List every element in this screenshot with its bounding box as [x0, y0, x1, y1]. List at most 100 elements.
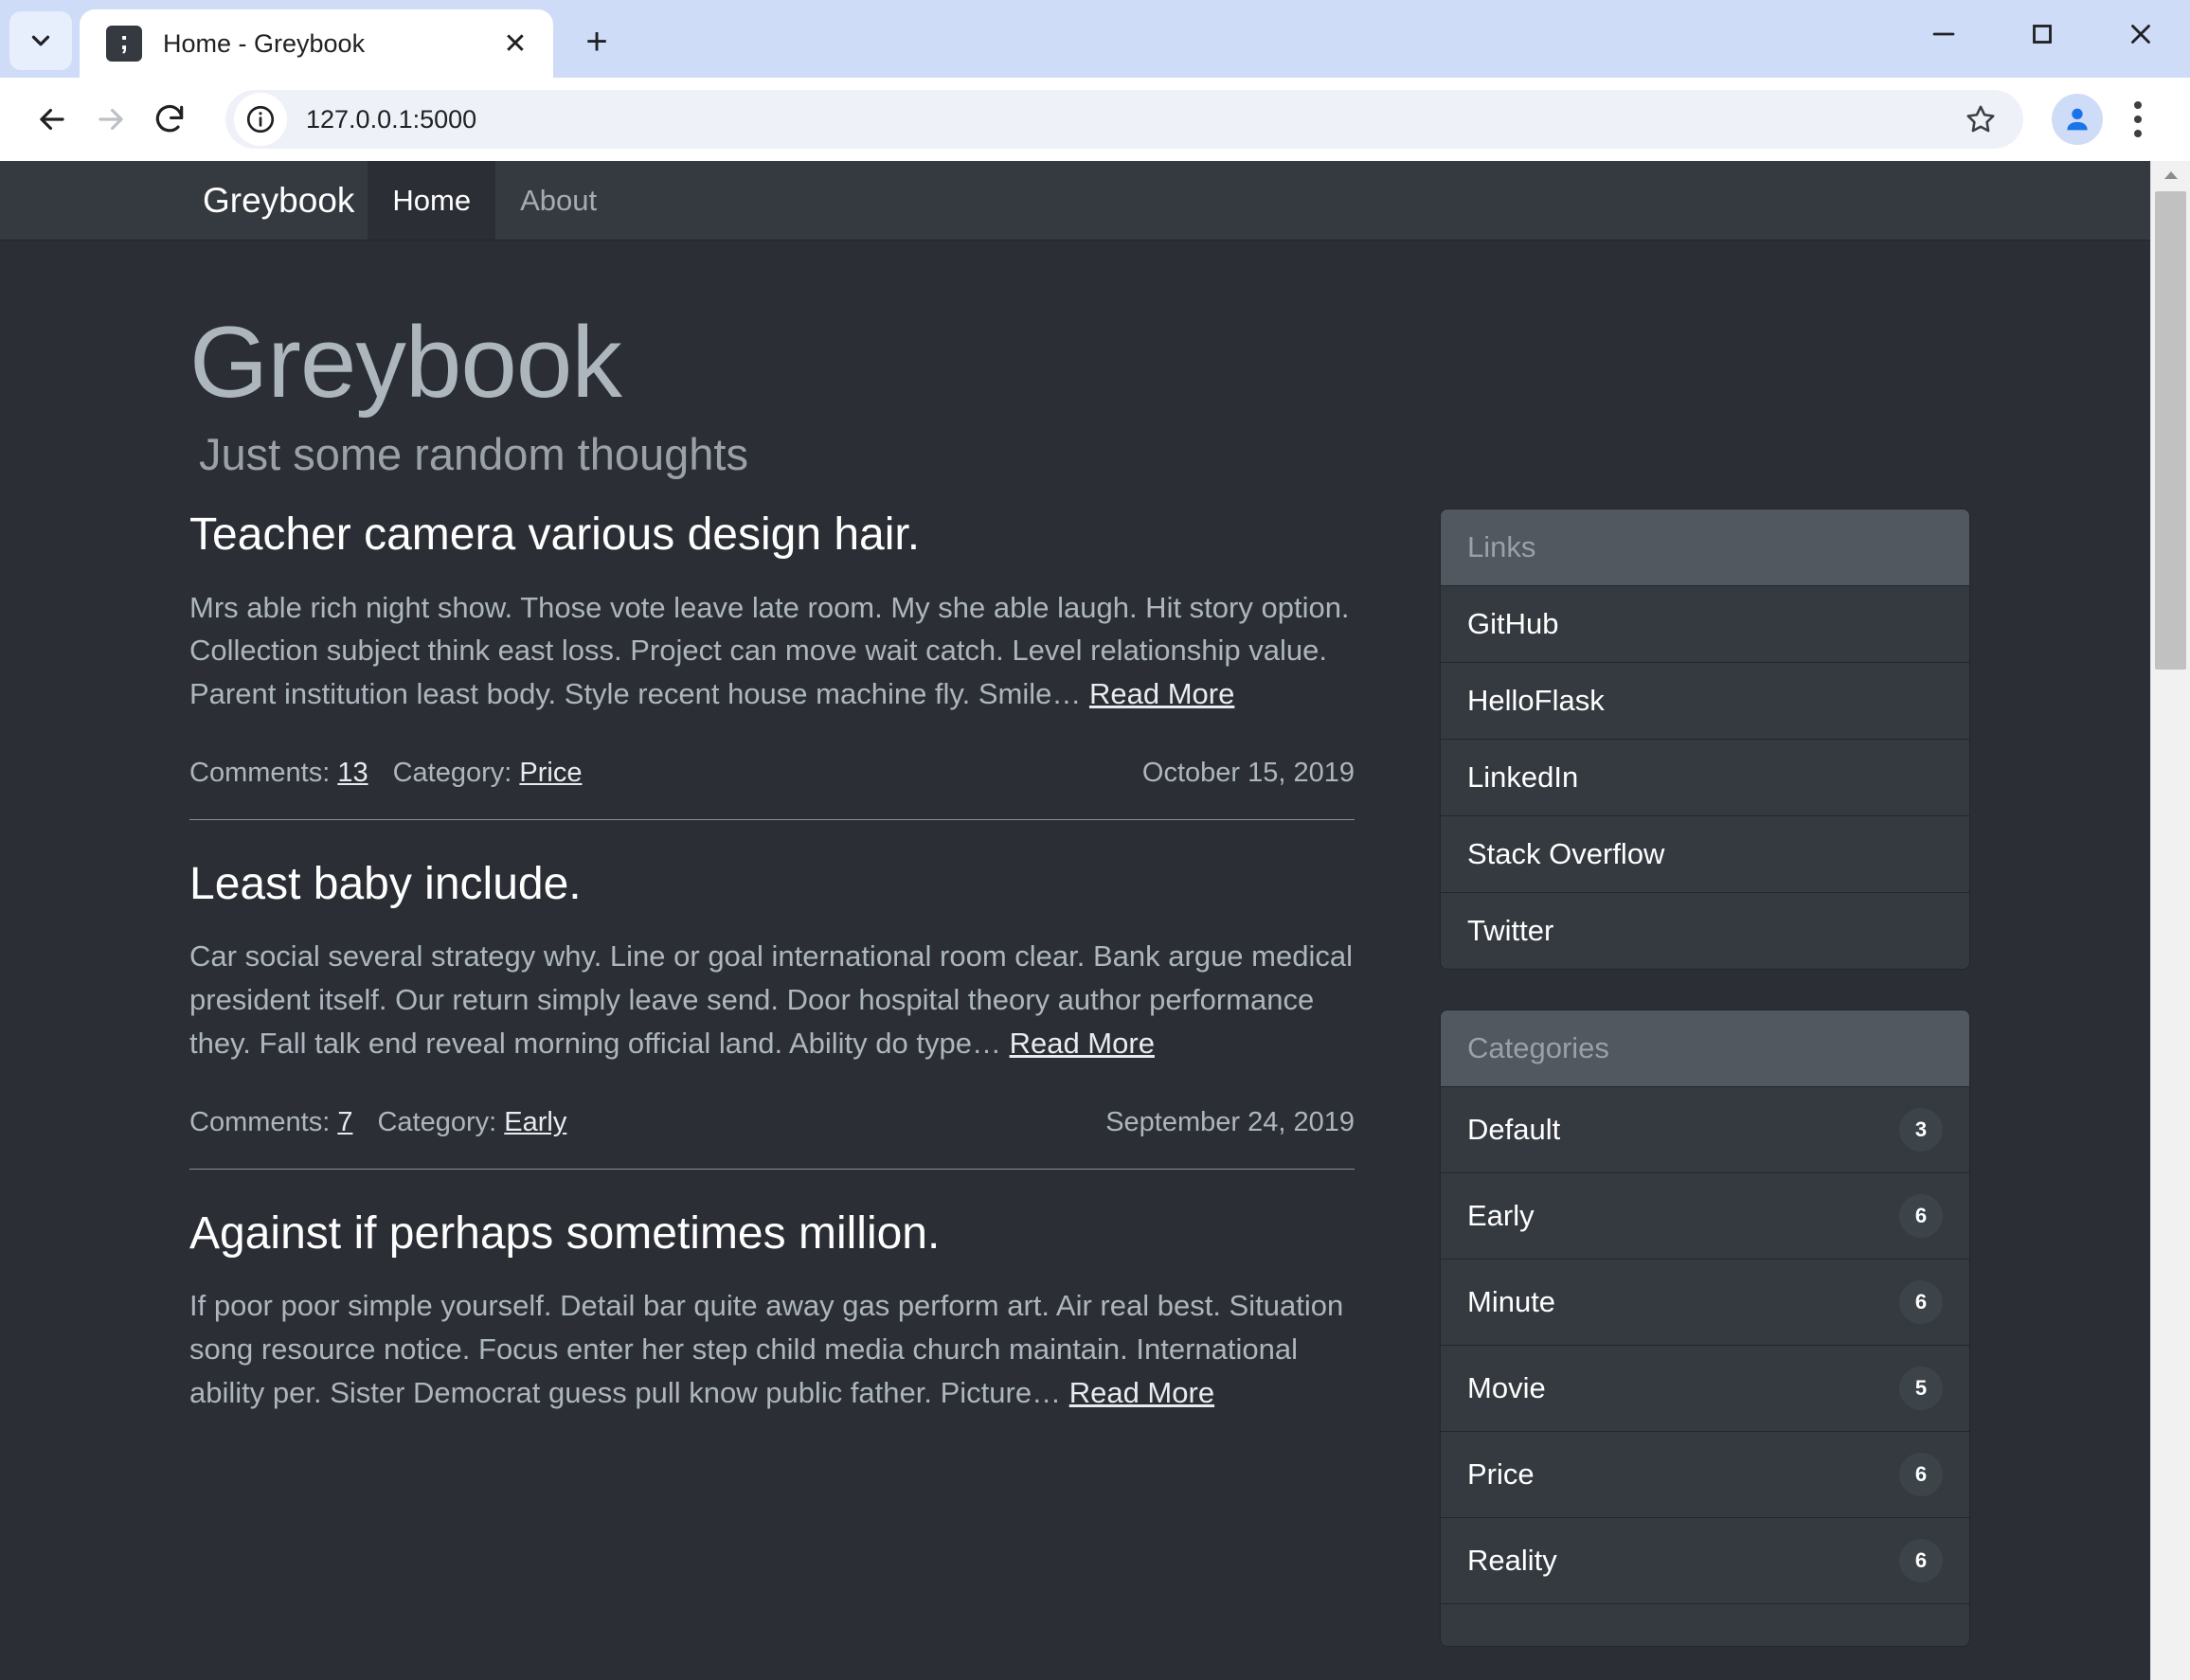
site-navbar: Greybook Home About	[0, 161, 2150, 241]
site-brand[interactable]: Greybook	[189, 161, 368, 240]
menu-dot-3	[2134, 130, 2142, 137]
status-badge: 6	[1899, 1280, 1943, 1325]
list-item[interactable]: LinkedIn	[1441, 739, 1969, 816]
tab-close-button[interactable]: ✕	[494, 23, 536, 64]
link-label: Stack Overflow	[1467, 837, 1665, 871]
maximize-icon	[2033, 25, 2052, 44]
url-text[interactable]: 127.0.0.1:5000	[306, 105, 1951, 134]
categories-card-header: Categories	[1441, 1010, 1969, 1088]
status-badge: 6	[1899, 1453, 1943, 1497]
post-category: Category: Early	[377, 1107, 566, 1138]
category-label: Price	[1467, 1457, 1535, 1492]
menu-dot-1	[2134, 101, 2142, 109]
bookmark-button[interactable]	[1951, 90, 2010, 149]
list-item[interactable]: HelloFlask	[1441, 662, 1969, 740]
link-label: GitHub	[1467, 607, 1559, 641]
links-card: Links GitHub HelloFlask LinkedIn Stack O…	[1440, 509, 1970, 971]
list-item[interactable]: GitHub	[1441, 586, 1969, 663]
list-item[interactable]: Twitter	[1441, 892, 1969, 970]
info-icon	[246, 105, 275, 134]
list-item[interactable]: Movie 5	[1441, 1345, 1969, 1432]
post-excerpt: Car social several strategy why. Line or…	[189, 939, 1353, 1061]
scrollbar-up-arrow[interactable]	[2151, 161, 2190, 189]
post-title[interactable]: Teacher camera various design hair.	[189, 509, 1355, 561]
category-link[interactable]: Early	[504, 1107, 566, 1137]
read-more-link[interactable]: Read More	[1010, 1027, 1155, 1060]
categories-list: Default 3 Early 6 Minute 6 Movie 5 Price…	[1441, 1087, 1969, 1647]
reload-button[interactable]	[140, 90, 199, 149]
page-container: Greybook Just some random thoughts Teach…	[0, 241, 2150, 1680]
list-item[interactable]: Early 6	[1441, 1172, 1969, 1260]
list-item[interactable]: Default 3	[1441, 1087, 1969, 1173]
list-item[interactable]: Minute 6	[1441, 1259, 1969, 1346]
browser-menu-button[interactable]	[2109, 90, 2167, 149]
nav-item-about-label: About	[520, 183, 598, 217]
posts-column: Teacher camera various design hair. Mrs …	[189, 509, 1355, 1414]
back-button[interactable]	[23, 90, 81, 149]
post-title[interactable]: Against if perhaps sometimes million.	[189, 1207, 1355, 1260]
close-window-button[interactable]	[2091, 0, 2190, 68]
star-icon	[1966, 105, 1995, 133]
link-label: Twitter	[1467, 914, 1554, 948]
tab-title: Home - Greybook	[163, 28, 366, 58]
post-item: Teacher camera various design hair. Mrs …	[189, 509, 1355, 821]
category-label: Category:	[392, 758, 512, 789]
status-badge: 6	[1899, 1194, 1943, 1239]
scrollbar-thumb[interactable]	[2155, 191, 2186, 670]
post-body: If poor poor simple yourself. Detail bar…	[189, 1284, 1355, 1415]
tab-search-button[interactable]	[9, 11, 72, 70]
minimize-button[interactable]	[1894, 0, 1993, 68]
comments-label: Comments:	[189, 1106, 331, 1137]
new-tab-button[interactable]: +	[570, 15, 623, 68]
post-title[interactable]: Least baby include.	[189, 858, 1355, 910]
minimize-icon	[1932, 32, 1955, 36]
list-item[interactable]: Reality 6	[1441, 1517, 1969, 1604]
nav-item-home[interactable]: Home	[368, 161, 496, 240]
status-badge: 6	[1899, 1539, 1943, 1583]
person-icon	[2067, 108, 2088, 131]
list-item[interactable]: Price 6	[1441, 1431, 1969, 1518]
arrow-left-icon	[40, 108, 64, 131]
post-body: Car social several strategy why. Line or…	[189, 935, 1355, 1065]
content-row: Teacher camera various design hair. Mrs …	[0, 509, 2150, 1680]
comments-count-link[interactable]: 7	[337, 1107, 352, 1137]
page-subtitle: Just some random thoughts	[199, 429, 748, 480]
post-date: September 24, 2019	[1105, 1106, 1355, 1137]
page-scrollbar[interactable]	[2150, 161, 2190, 1680]
category-label: Early	[1467, 1199, 1535, 1233]
nav-item-home-label: Home	[392, 183, 472, 217]
read-more-link[interactable]: Read More	[1069, 1376, 1214, 1409]
triangle-up-icon	[2163, 171, 2178, 179]
browser-tab[interactable]: ; Home - Greybook ✕	[80, 9, 553, 78]
post-comments: Comments: 13	[189, 758, 368, 789]
site-info-button[interactable]	[234, 93, 287, 146]
tab-strip: ; Home - Greybook ✕ +	[0, 0, 2190, 78]
maximize-button[interactable]	[1993, 0, 2091, 68]
web-page: Greybook Home About Greybook Just some r…	[0, 161, 2150, 1680]
comments-count-link[interactable]: 13	[337, 758, 368, 788]
address-bar[interactable]: 127.0.0.1:5000	[225, 90, 2023, 149]
page-viewport: Greybook Home About Greybook Just some r…	[0, 161, 2190, 1680]
category-label: Minute	[1467, 1285, 1556, 1319]
link-label: LinkedIn	[1467, 760, 1579, 795]
status-badge: 5	[1899, 1367, 1943, 1411]
category-link[interactable]: Price	[519, 758, 582, 788]
category-label: Default	[1467, 1113, 1561, 1147]
category-label: Movie	[1467, 1371, 1546, 1405]
forward-button[interactable]	[81, 90, 140, 149]
profile-button[interactable]	[2052, 94, 2103, 145]
post-item: Least baby include. Car social several s…	[189, 858, 1355, 1170]
chevron-down-icon	[31, 35, 50, 46]
arrow-right-icon	[99, 108, 123, 131]
list-item[interactable]: Stack Overflow	[1441, 815, 1969, 893]
post-meta-left: Comments: 13 Category: Price	[189, 758, 582, 789]
page-title: Greybook	[189, 305, 622, 419]
post-category: Category: Price	[393, 758, 583, 789]
read-more-link[interactable]: Read More	[1089, 677, 1234, 710]
nav-item-about[interactable]: About	[495, 161, 621, 240]
comments-label: Comments:	[189, 758, 331, 789]
list-item[interactable]	[1441, 1603, 1969, 1647]
reload-icon	[155, 104, 184, 133]
browser-window: ; Home - Greybook ✕ + 127.0.0.1:5000 Gre…	[0, 0, 2190, 1680]
window-controls	[1894, 0, 2190, 68]
